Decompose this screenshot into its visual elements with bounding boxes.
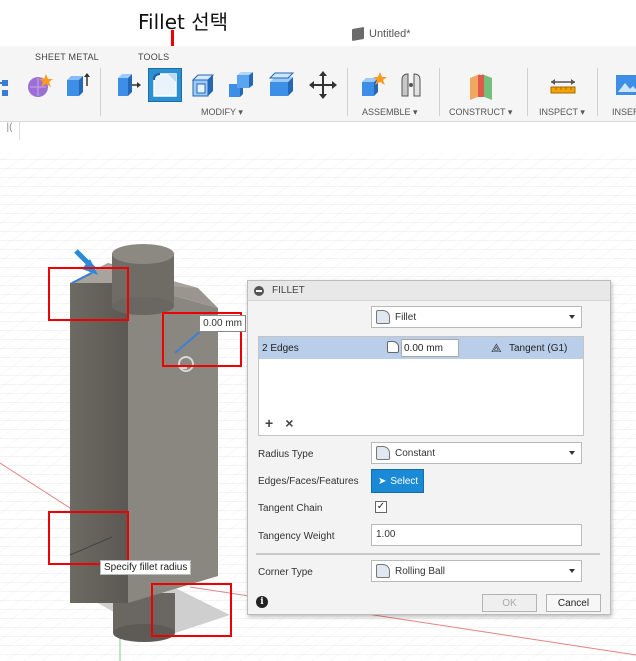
radius-value-input[interactable]: 0.00 mm [199,315,246,332]
form-sphere-icon[interactable] [22,68,56,102]
ribbon-separator [527,68,528,116]
group-construct[interactable]: CONSTRUCT ▾ [449,107,512,118]
ok-button[interactable]: OK [482,594,537,612]
radius-type-select[interactable]: Constant [371,442,582,464]
offset-face-icon[interactable] [264,68,298,102]
info-icon[interactable]: i [256,596,268,608]
annotation-box [151,583,232,637]
dialog-footer: i OK Cancel [248,591,610,615]
construct-plane-icon[interactable] [464,68,498,102]
fillet-type-value: Fillet [395,311,417,323]
sketch-constraint-icon[interactable] [0,68,20,102]
fillet-dialog: FILLET Fillet 2 Edges 0.00 mm ⟁ Tangent … [247,280,611,615]
ribbon-separator [100,68,101,116]
group-insert[interactable]: INSER [612,107,636,117]
joint-icon[interactable] [394,68,428,102]
fillet-type-select[interactable]: Fillet [371,306,582,328]
remove-selection-button[interactable]: × [285,415,293,431]
toolbar-ribbon: SHEET METAL TOOLS MODIFY ▾ ASSEMBLE ▾ CO… [0,46,636,122]
measure-icon[interactable] [546,68,580,102]
group-inspect[interactable]: INSPECT ▾ [539,107,585,118]
annotation-box [48,511,129,565]
edges-faces-label: Edges/Faces/Features [258,476,359,487]
dialog-title: FILLET [272,285,305,296]
ribbon-separator [597,68,598,116]
select-button-label: Select [390,475,419,487]
document-title: Untitled* [352,26,411,42]
select-button[interactable]: ➤ Select [371,469,424,493]
dialog-header[interactable]: FILLET [248,281,610,301]
ribbon-separator [439,68,440,116]
rolling-ball-icon [376,564,390,578]
collapse-icon[interactable] [254,285,264,296]
tangent-continuity-icon: ⟁ [491,341,502,355]
cancel-button[interactable]: Cancel [546,594,601,612]
move-icon[interactable] [306,68,340,102]
annotation-box [48,267,129,321]
tab-sheet-metal[interactable]: SHEET METAL [35,52,99,62]
title-bar: Untitled* [0,22,636,46]
group-modify[interactable]: MODIFY ▾ [201,107,243,118]
selection-row[interactable]: 2 Edges 0.00 mm ⟁ Tangent (G1) [259,337,583,359]
fillet-type-icon [376,310,390,324]
corner-type-select[interactable]: Rolling Ball [371,560,582,582]
tangency-weight-label: Tangency Weight [258,531,335,542]
ribbon-separator [347,68,348,116]
press-pull-icon[interactable] [110,68,144,102]
combine-icon[interactable] [224,68,258,102]
selection-row-label: 2 Edges [262,342,299,354]
tab-tools[interactable]: TOOLS [138,52,169,62]
continuity-value[interactable]: Tangent (G1) [509,343,567,354]
shell-icon[interactable] [186,68,220,102]
document-cube-icon [352,26,364,42]
add-selection-button[interactable]: + [265,415,273,431]
tangent-chain-checkbox[interactable]: ✓ [375,501,387,513]
tangency-weight-input[interactable]: 1.00 [371,524,582,546]
corner-type-value: Rolling Ball [395,565,446,577]
edges-selection-list[interactable]: 2 Edges 0.00 mm ⟁ Tangent (G1) + × [258,336,584,436]
radius-type-label: Radius Type [258,449,314,460]
fillet-tool-button[interactable] [148,68,182,102]
document-title-text: Untitled* [369,28,411,40]
insert-image-icon[interactable] [610,68,636,102]
fillet-radius-icon [387,341,399,353]
dialog-divider [256,553,600,555]
radius-type-value: Constant [395,447,436,459]
cursor-arrow-icon: ➤ [378,475,387,487]
chevron-down-icon [569,569,575,573]
chevron-down-icon [569,315,575,319]
corner-type-label: Corner Type [258,567,313,578]
fillet-icon [153,73,177,97]
radius-type-icon [376,446,390,460]
list-actions: + × [265,415,293,431]
group-assemble[interactable]: ASSEMBLE ▾ [362,107,418,118]
new-component-icon[interactable] [356,68,390,102]
chevron-down-icon [569,451,575,455]
fillet-radius-tooltip: Specify fillet radius [100,560,192,575]
tangent-chain-label: Tangent Chain [258,503,323,514]
box-extrude-icon[interactable] [60,68,94,102]
selection-radius-input[interactable]: 0.00 mm [401,339,459,357]
